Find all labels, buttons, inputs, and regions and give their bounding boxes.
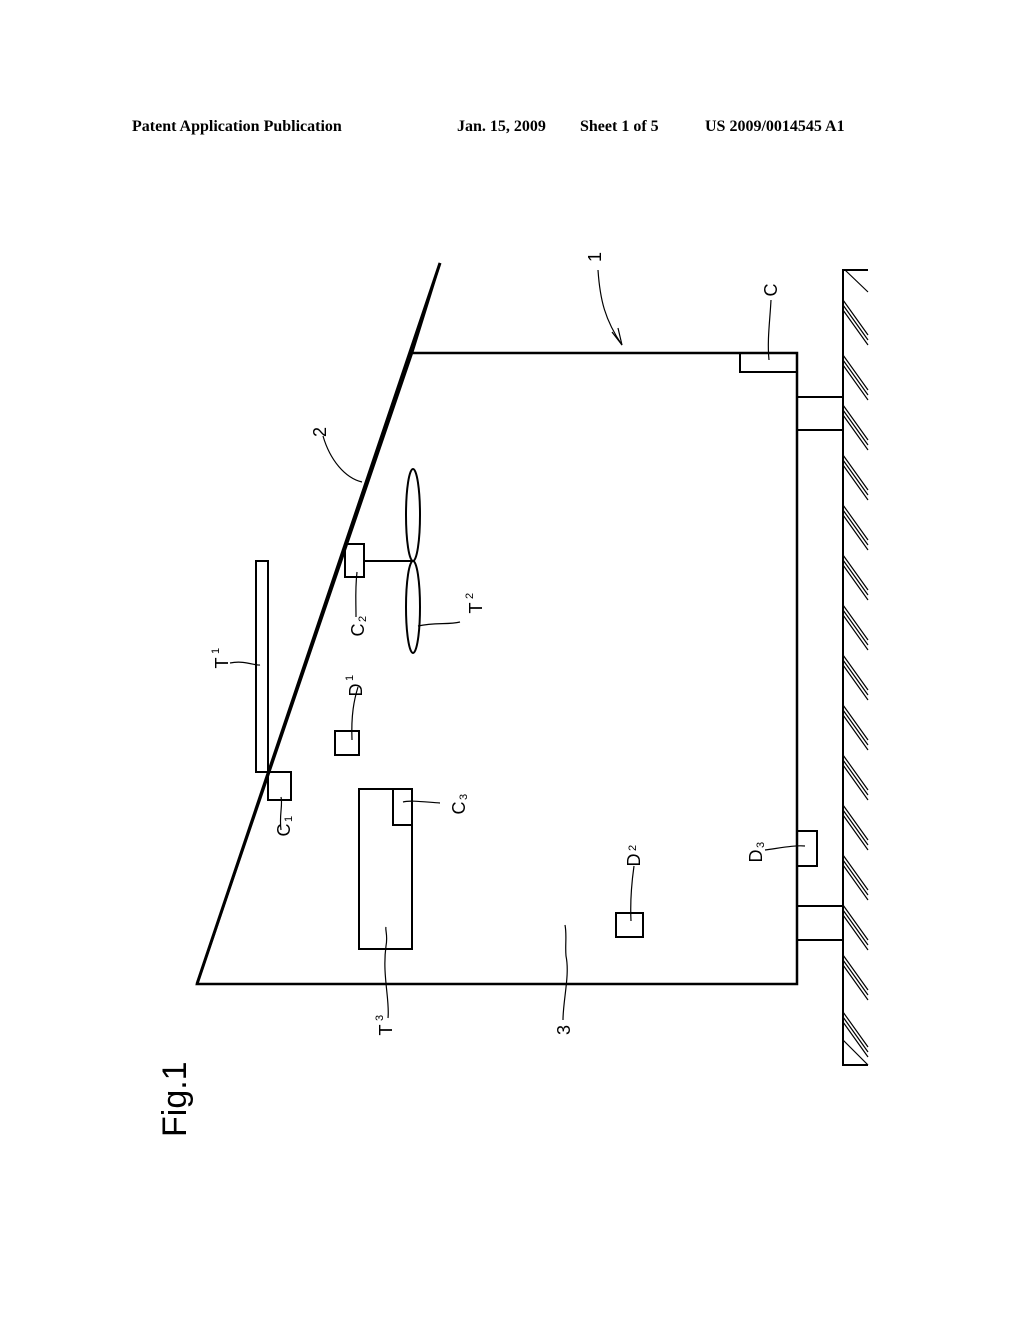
svg-text:1: 1 — [283, 816, 295, 822]
label-controller-1: C 1 — [274, 816, 295, 837]
svg-text:C: C — [449, 802, 469, 815]
label-controller-main: C — [761, 284, 781, 297]
svg-text:T: T — [212, 658, 232, 669]
label-roof: 2 — [310, 427, 330, 437]
svg-text:3: 3 — [458, 794, 470, 800]
roof-line — [195, 262, 442, 985]
svg-text:3: 3 — [374, 1015, 386, 1021]
svg-text:2: 2 — [627, 845, 639, 851]
label-building: 1 — [585, 252, 605, 262]
svg-text:2: 2 — [357, 616, 369, 622]
building-outline — [195, 262, 799, 986]
svg-text:2: 2 — [464, 593, 476, 599]
label-device-3: D 3 — [746, 842, 767, 863]
device-3 — [796, 830, 818, 867]
svg-text:T: T — [376, 1025, 396, 1036]
svg-text:D: D — [746, 850, 766, 863]
label-device-2: D 2 — [624, 845, 644, 867]
support-upper — [796, 396, 844, 431]
leader-lines — [229, 269, 806, 1021]
target-1-panel — [255, 560, 269, 773]
label-controller-2: C 2 — [348, 616, 369, 637]
svg-text:1: 1 — [344, 675, 356, 681]
label-target-3: T 3 — [374, 1015, 396, 1036]
label-target-1: T 1 — [210, 648, 232, 669]
svg-text:C: C — [348, 624, 368, 637]
support-lower — [796, 905, 844, 941]
controller-1 — [267, 771, 292, 801]
svg-text:D: D — [624, 854, 644, 867]
figure-label: Fig.1 — [156, 1061, 194, 1137]
svg-text:D: D — [346, 684, 366, 697]
label-room: 3 — [554, 1025, 574, 1035]
controller-2 — [344, 543, 365, 578]
ground-hatching — [842, 269, 869, 1066]
label-target-2: T 2 — [464, 593, 486, 614]
controller-3 — [392, 788, 413, 826]
labels: 1 2 C 3 T 1 T 2 T 3 C 1 C 2 C 3 D 1 D 2 … — [156, 252, 781, 1137]
label-device-1: D 1 — [344, 675, 366, 697]
ground — [842, 269, 869, 1066]
svg-text:1: 1 — [210, 648, 222, 654]
target-3 — [358, 788, 413, 950]
label-controller-3: C 3 — [449, 794, 470, 815]
target-2-blade-lower — [405, 560, 421, 654]
svg-text:3: 3 — [755, 842, 767, 848]
device-2 — [615, 912, 644, 938]
target-2-blade-upper — [405, 468, 421, 562]
device-1 — [334, 730, 360, 756]
svg-text:C: C — [274, 824, 294, 837]
patent-figure: 1 2 C 3 T 1 T 2 T 3 C 1 C 2 C 3 D 1 D 2 … — [156, 252, 869, 1137]
svg-text:T: T — [466, 603, 486, 614]
